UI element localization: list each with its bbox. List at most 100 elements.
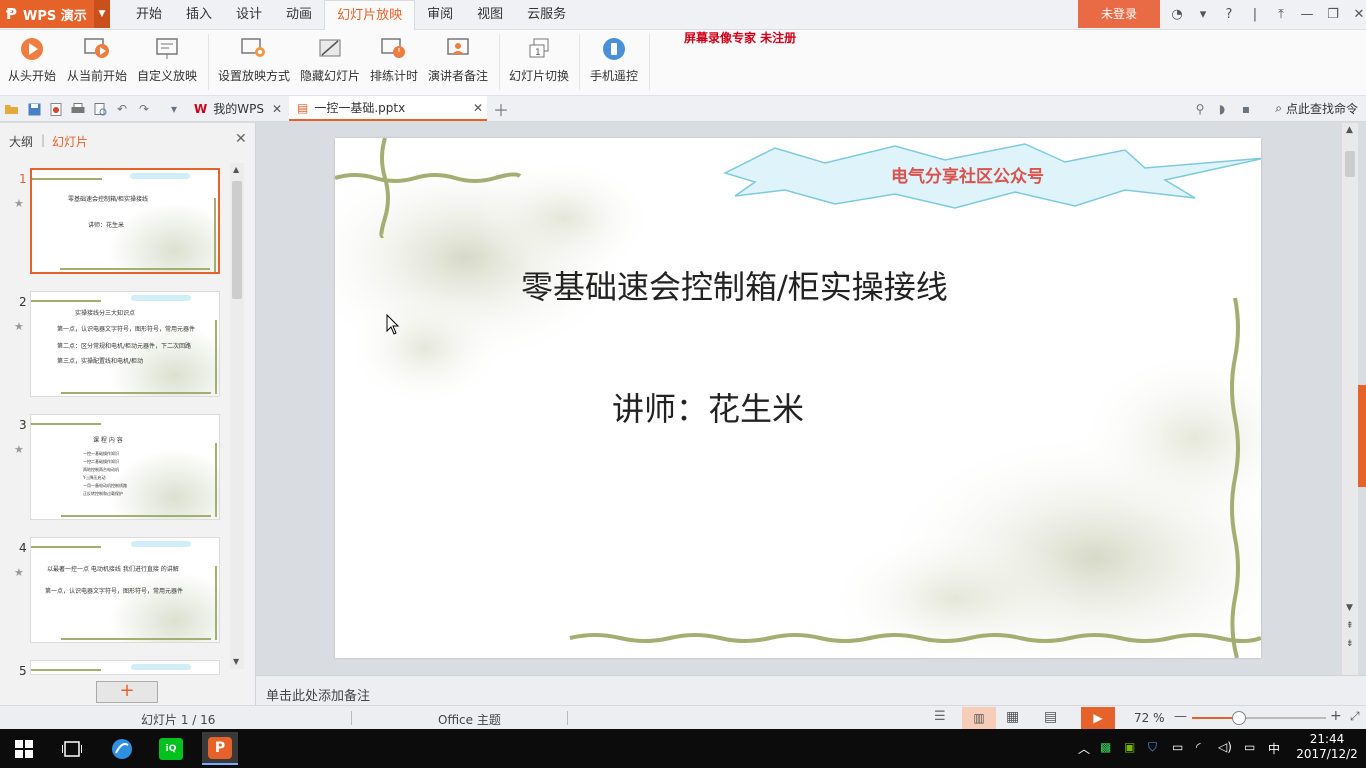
help-icon[interactable]: ? <box>1216 7 1242 22</box>
close-icon[interactable]: ✕ <box>272 102 282 116</box>
slide-subtitle[interactable]: 讲师：花生米 <box>612 384 804 430</box>
tab-view[interactable]: 视图 <box>465 0 515 30</box>
find-command[interactable]: ⌕ 点此查找命令 <box>1275 100 1358 117</box>
new-tab-icon[interactable]: ＋ <box>493 101 509 120</box>
slide-counter: 幻灯片 1 / 16 <box>141 713 216 727</box>
rehearse-timing-button[interactable]: 排练计时 <box>370 32 418 92</box>
sorter-view-icon[interactable]: ▦ <box>1006 709 1019 725</box>
ribbon: 从头开始 从当前开始 自定义放映 设置放映方式 隐藏幻灯片 排练计时 演讲者备注… <box>0 30 1366 96</box>
save-icon[interactable] <box>26 101 42 117</box>
export-pdf-icon[interactable] <box>48 101 64 117</box>
tab-review[interactable]: 审阅 <box>415 0 465 30</box>
fit-window-icon[interactable]: ⤢ <box>1350 709 1360 724</box>
slide-transition-button[interactable]: 1 幻灯片切换 <box>509 32 569 92</box>
app-menu-button[interactable]: Ᵽ WPS 演示 ▼ <box>0 0 110 28</box>
status-separator <box>567 711 568 725</box>
customize-dropdown-icon[interactable]: ▾ <box>166 101 182 117</box>
slide-thumbnail-4[interactable]: 以最著一控一点 电动机接线 我们进行直接 的讲解 第一点，认识电器文字符号，图形… <box>30 537 220 643</box>
chevron-down-icon[interactable]: ▼ <box>94 0 110 28</box>
tab-animation[interactable]: 动画 <box>274 0 324 30</box>
scroll-up-icon[interactable]: ▲ <box>233 165 239 174</box>
task-view-icon[interactable] <box>58 735 86 763</box>
tab-start[interactable]: 开始 <box>124 0 174 30</box>
add-slide-button[interactable]: + <box>96 681 158 703</box>
tab-my-wps[interactable]: W 我的WPS ✕ <box>186 96 286 121</box>
zoom-in-icon[interactable]: + <box>1330 708 1342 724</box>
reading-view-icon[interactable]: ▤ <box>1044 709 1057 725</box>
upload-icon[interactable]: ⤒ <box>1268 7 1294 22</box>
feedback-icon[interactable]: ▪ <box>1238 101 1254 117</box>
slide-thumbnail-5[interactable] <box>30 660 220 675</box>
print-icon[interactable] <box>70 101 86 117</box>
wifi-icon[interactable]: ◜ <box>1196 740 1201 754</box>
menu-bar: Ᵽ WPS 演示 ▼ 开始 插入 设计 动画 幻灯片放映 审阅 视图 云服务 未… <box>0 0 1366 30</box>
play-slideshow-button[interactable]: ▶ <box>1081 707 1115 729</box>
skin-icon[interactable]: ◔ <box>1164 7 1190 22</box>
scrollbar-thumb[interactable] <box>1345 151 1355 177</box>
tray-expand-icon[interactable]: ︿ <box>1078 740 1090 757</box>
scrollbar-thumb[interactable] <box>232 181 242 299</box>
from-start-button[interactable]: 从头开始 <box>8 32 56 92</box>
ribbon-separator <box>649 34 650 90</box>
notes-area[interactable]: 单击此处添加备注 <box>256 675 1366 705</box>
slide-canvas[interactable]: 电气分享社区公众号 零基础速会控制箱/柜实操接线 讲师：花生米 <box>335 138 1261 658</box>
custom-show-button[interactable]: 自定义放映 <box>137 32 197 92</box>
theme-name[interactable]: Office 主题 <box>438 711 501 728</box>
close-panel-icon[interactable]: ✕ <box>235 131 247 147</box>
tab-outline[interactable]: 大纲 <box>9 133 33 150</box>
minimize-icon[interactable]: — <box>1294 7 1320 22</box>
tab-slides[interactable]: 幻灯片 <box>52 133 88 150</box>
close-icon[interactable]: ✕ <box>473 101 483 115</box>
pin-icon[interactable]: ⚲ <box>1192 101 1208 117</box>
slide-thumbnail-1[interactable]: 零基础速会控制箱/柜实操接线 讲师：花生米 <box>30 168 220 274</box>
tab-slideshow[interactable]: 幻灯片放映 <box>324 0 416 30</box>
notification-icon[interactable]: ▭ <box>1244 740 1255 754</box>
print-preview-icon[interactable] <box>92 101 108 117</box>
wps-presentation-task[interactable]: P <box>202 732 238 765</box>
setup-show-button[interactable]: 设置放映方式 <box>218 32 290 92</box>
tab-document[interactable]: ▤ 一控一基础.pptx ✕ <box>289 96 487 121</box>
tab-insert[interactable]: 插入 <box>174 0 224 30</box>
slide-title[interactable]: 零基础速会控制箱/柜实操接线 <box>521 262 948 308</box>
maximize-icon[interactable]: ❐ <box>1320 7 1346 22</box>
tab-design[interactable]: 设计 <box>224 0 274 30</box>
gpu-tray-icon[interactable]: ▣ <box>1124 740 1135 754</box>
iqiyi-icon[interactable]: iQ <box>157 735 185 763</box>
shirt-icon[interactable]: ▾ <box>1190 7 1216 22</box>
scroll-up-icon[interactable]: ▲ <box>1346 125 1353 135</box>
scroll-down-icon[interactable]: ▼ <box>1346 603 1353 613</box>
from-current-button[interactable]: 从当前开始 <box>67 32 127 92</box>
slide-thumbnail-3[interactable]: 课 程 内 容 一控一基础操作知识 一控二基础操作知识 两地控制两台电动机 Y-… <box>30 414 220 520</box>
clock[interactable]: 21:44 2017/12/2 <box>1296 732 1358 762</box>
mobile-remote-button[interactable]: 手机遥控 <box>590 32 638 92</box>
zoom-slider-knob[interactable] <box>1232 711 1246 725</box>
hide-slide-button[interactable]: 隐藏幻灯片 <box>300 32 360 92</box>
close-icon[interactable]: ✕ <box>1346 7 1366 22</box>
slide-scrollbar[interactable]: ▲ ▼ ⇞ ⇟ <box>1342 123 1358 675</box>
presenter-notes-button[interactable]: 演讲者备注 <box>428 32 488 92</box>
ime-indicator[interactable]: 中 <box>1268 740 1280 757</box>
windows-start-icon[interactable] <box>10 735 38 763</box>
prev-slide-icon[interactable]: ⇞ <box>1346 621 1354 631</box>
next-slide-icon[interactable]: ⇟ <box>1346 639 1354 649</box>
zoom-slider[interactable] <box>1192 711 1326 725</box>
nvidia-tray-icon[interactable]: ▩ <box>1100 740 1111 754</box>
d-icon[interactable]: ◗ <box>1214 101 1230 117</box>
notes-toggle-icon[interactable]: ☰ <box>934 709 946 724</box>
normal-view-icon[interactable]: ▥ <box>962 707 996 729</box>
browser-icon[interactable] <box>108 735 136 763</box>
zoom-out-icon[interactable]: — <box>1174 709 1187 724</box>
redo-icon[interactable]: ↷ <box>136 101 152 117</box>
open-folder-icon[interactable] <box>4 101 20 117</box>
zoom-level[interactable]: 72 % <box>1134 711 1165 725</box>
slide-number: 3 <box>19 418 27 432</box>
volume-icon[interactable]: ◁) <box>1218 740 1232 754</box>
side-panel-toggle[interactable] <box>1358 385 1366 487</box>
slide-thumbnail-2[interactable]: 实操接线分三大知识点 第一点，认识电器文字符号，图形符号，常用元器件 第二点：区… <box>30 291 220 397</box>
shield-icon[interactable]: ⛉ <box>1148 740 1157 755</box>
login-button[interactable]: 未登录 <box>1078 0 1160 28</box>
scroll-down-icon[interactable]: ▼ <box>233 657 239 666</box>
battery-icon[interactable]: ▭ <box>1172 740 1183 754</box>
undo-icon[interactable]: ↶ <box>114 101 130 117</box>
tab-cloud[interactable]: 云服务 <box>515 0 578 30</box>
